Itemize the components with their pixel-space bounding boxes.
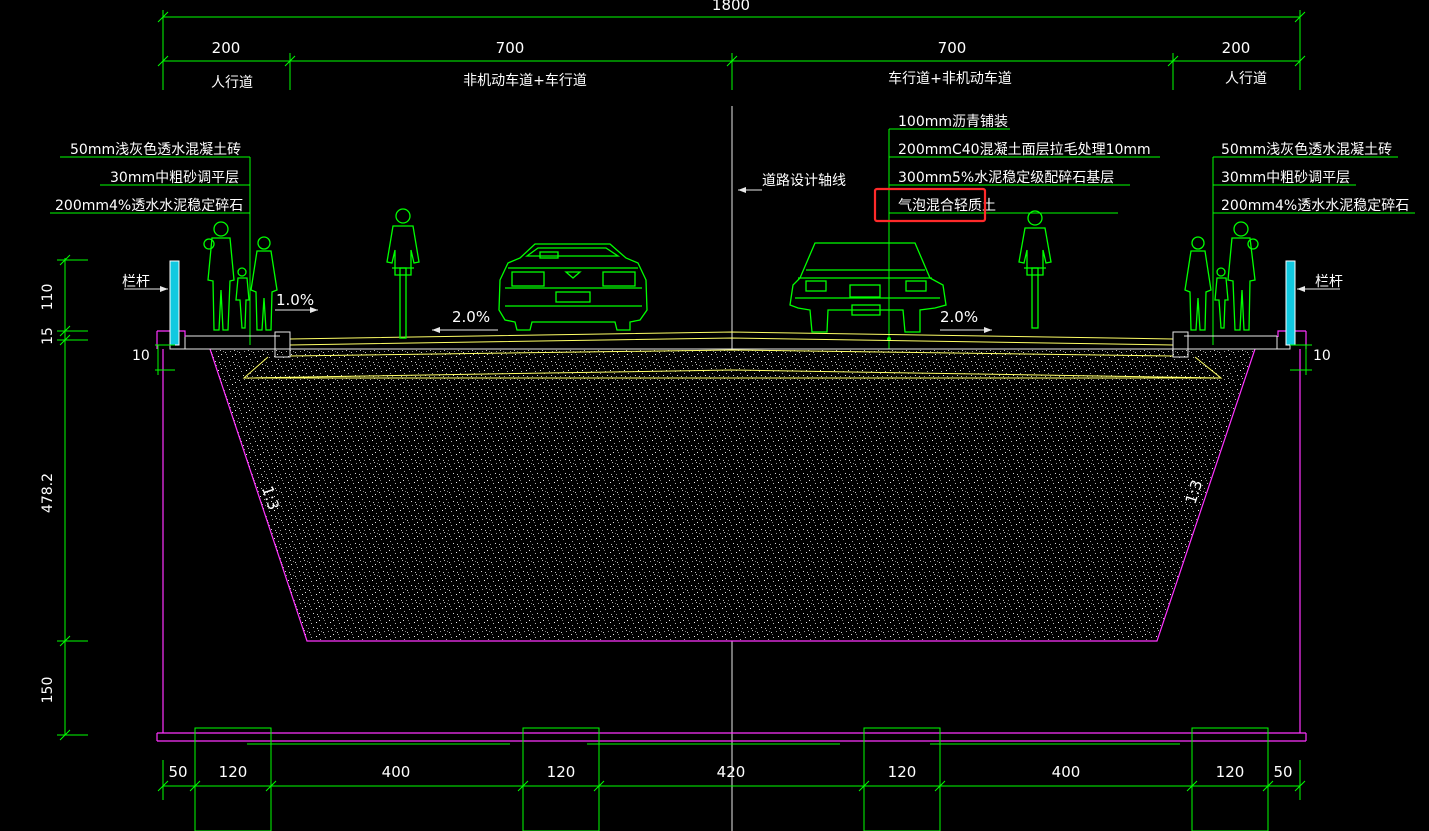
dim-110: 110	[40, 284, 56, 311]
zone-label-left-walk: 人行道	[211, 75, 253, 91]
pedestrian-group-left	[203, 221, 278, 331]
bottom-dim-1: 50	[168, 763, 187, 781]
slope-walk-left: 1.0%	[276, 291, 314, 309]
centerline-label: 道路设计轴线	[762, 173, 846, 189]
top-dimension-lines	[157, 10, 1306, 90]
left-vertical-dimension-lines	[57, 254, 175, 741]
slope-road-left: 2.0%	[452, 308, 490, 326]
railing-label-left: 栏杆	[122, 274, 150, 290]
dim-15: 15	[40, 327, 56, 345]
slope-road-right: 2.0%	[940, 308, 978, 326]
dim-150: 150	[40, 677, 56, 704]
bottom-dim-8: 120	[1216, 763, 1245, 781]
bottom-dim-4: 120	[547, 763, 576, 781]
car-front-view-left	[498, 243, 648, 331]
dim-10-left: 10	[132, 348, 150, 364]
railing-post-left	[169, 260, 180, 346]
embankment-lightweight-soil	[210, 349, 1255, 641]
pedestrian-group-right	[1184, 221, 1259, 331]
dim-10-right: 10	[1313, 348, 1331, 364]
right-layer-1: 50mm浅灰色透水混凝土砖	[1221, 141, 1392, 158]
bottom-dim-9: 50	[1273, 763, 1292, 781]
road-layer-1: 100mm沥青铺装	[898, 114, 1008, 130]
car-rear-view-right	[789, 242, 947, 333]
bottom-dim-2: 120	[219, 763, 248, 781]
cyclist-left	[386, 208, 420, 339]
zone-label-left-lane: 非机动车道+车行道	[463, 72, 587, 89]
right-vertical-dimension-lines	[1290, 344, 1312, 375]
zone-label-right-lane: 车行道+非机动车道	[888, 70, 1012, 87]
dim-right-walk: 200	[1222, 39, 1251, 57]
dim-left-walk: 200	[212, 39, 241, 57]
railing-post-right	[1285, 260, 1296, 346]
cad-cross-section-drawing: 1800 200 700 700 200 人行道 非机动车道+车行道 车行道+非…	[40, 0, 1415, 831]
dim-left-lane: 700	[496, 39, 525, 57]
zone-label-right-walk: 人行道	[1225, 71, 1267, 87]
right-layer-2: 30mm中粗砂调平层	[1221, 170, 1350, 186]
left-layer-2: 30mm中粗砂调平层	[110, 170, 239, 186]
dim-478: 478.2	[40, 473, 56, 513]
dim-total-width: 1800	[712, 0, 750, 14]
railing-label-right: 栏杆	[1315, 274, 1343, 290]
left-layer-1: 50mm浅灰色透水混凝土砖	[70, 141, 241, 158]
bottom-dim-3: 400	[382, 763, 411, 781]
right-layer-3: 200mm4%透水水泥稳定碎石	[1221, 198, 1409, 214]
bottom-dim-7: 400	[1052, 763, 1081, 781]
left-layer-3: 200mm4%透水水泥稳定碎石	[55, 198, 243, 214]
dim-right-lane: 700	[938, 39, 967, 57]
road-layer-3: 300mm5%水泥稳定级配碎石基层	[898, 169, 1114, 186]
road-layer-2: 200mmC40混凝土面层拉毛处理10mm	[898, 142, 1151, 158]
cyclist-right	[1018, 210, 1052, 329]
bottom-dim-5: 420	[717, 763, 746, 781]
bottom-dim-6: 120	[888, 763, 917, 781]
road-layer-4: 气泡混合轻质土	[898, 198, 996, 214]
